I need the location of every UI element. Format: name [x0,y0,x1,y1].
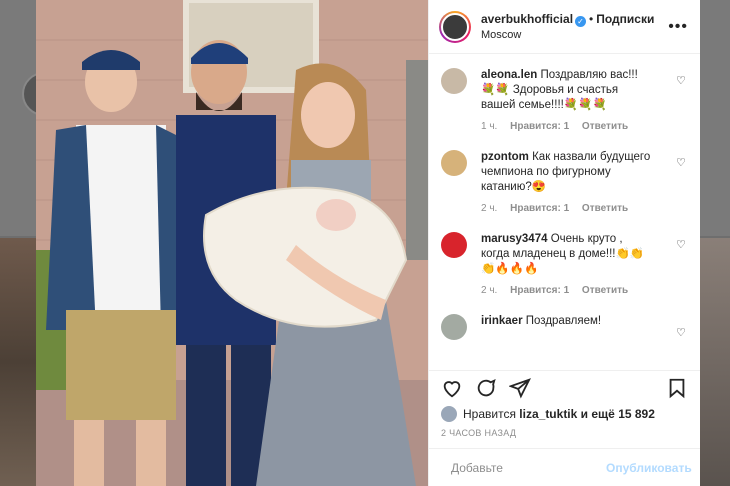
share-paper-plane-icon[interactable] [509,377,531,399]
post-actions-bar [429,370,700,404]
comment-item: irinkaer Поздравляем! ♡ [441,314,688,340]
background-thumbnail-left[interactable] [0,238,36,486]
verified-badge-icon: ✓ [575,15,587,27]
comment-time[interactable]: 1 ч. [481,121,497,132]
comment-username[interactable]: pzontom [481,151,529,163]
likes-prefix: Нравится [463,407,516,421]
post-side-panel: averbukhofficial ✓ • Подписки Moscow ••• al… [428,0,700,486]
publish-button[interactable]: Опубликовать [606,461,692,475]
comment-likes[interactable]: Нравится: 1 [510,285,569,296]
add-comment-input[interactable] [451,460,606,475]
liker-username[interactable]: liza_tuktik [519,407,577,421]
comment-reply-button[interactable]: Ответить [582,121,628,132]
comment-avatar[interactable] [441,150,467,176]
comment-username[interactable]: marusy3474 [481,233,548,245]
comment-likes[interactable]: Нравится: 1 [510,203,569,214]
add-comment-bar: Опубликовать [429,448,700,486]
comment-meta: 2 ч. Нравится: 1 Ответить [481,201,653,216]
comment-meta: 2 ч. Нравится: 1 Ответить [481,283,653,298]
comment-time[interactable]: 2 ч. [481,203,497,214]
comment-text: Поздравляем! [525,315,602,327]
likes-count[interactable]: и ещё 15 892 [581,407,655,421]
comment-avatar[interactable] [441,68,467,94]
comment-meta: 1 ч. Нравится: 1 Ответить [481,119,653,134]
follow-status-button[interactable]: Подписки [596,12,654,26]
likes-summary: Нравится liza_tuktik и ещё 15 892 [429,404,700,424]
post-location[interactable]: Moscow [481,27,668,43]
author-username[interactable]: averbukhofficial [481,12,573,26]
separator-dot: • [589,11,594,26]
author-info: averbukhofficial ✓ • Подписки Moscow [481,11,668,43]
bookmark-icon[interactable] [666,377,688,399]
comment-item: marusy3474 Очень круто , когда младенец … [441,232,688,298]
comment-bubble-icon[interactable] [475,377,497,399]
comment-username[interactable]: aleona.len [481,69,537,81]
comment-item: aleona.len Поздравляю вас!!! 💐💐 Здоровья… [441,68,688,134]
heart-icon[interactable]: ♡ [676,238,688,251]
comment-time[interactable]: 2 ч. [481,285,497,296]
comment-reply-button[interactable]: Ответить [582,203,628,214]
comment-likes[interactable]: Нравится: 1 [510,121,569,132]
author-avatar[interactable] [439,10,471,43]
comments-list[interactable]: aleona.len Поздравляю вас!!! 💐💐 Здоровья… [429,54,700,370]
more-horizontal-icon[interactable]: ••• [668,18,688,36]
post-photo[interactable] [36,0,428,486]
background-thumbnail-right[interactable] [700,238,730,486]
comment-username[interactable]: irinkaer [481,315,523,327]
like-heart-icon[interactable] [441,377,463,399]
comment-avatar[interactable] [441,232,467,258]
heart-icon[interactable]: ♡ [676,326,688,339]
post-header: averbukhofficial ✓ • Подписки Moscow ••• [429,0,700,54]
liker-avatar[interactable] [441,406,457,422]
heart-icon[interactable]: ♡ [676,74,688,87]
comment-reply-button[interactable]: Ответить [582,285,628,296]
photo-illustration [36,0,428,486]
post-modal: averbukhofficial ✓ • Подписки Moscow ••• al… [36,0,700,486]
comment-avatar[interactable] [441,314,467,340]
comment-item: pzontom Как назвали будущего чемпиона по… [441,150,688,216]
post-timestamp[interactable]: 2 ЧАСОВ НАЗАД [429,424,700,448]
heart-icon[interactable]: ♡ [676,156,688,169]
